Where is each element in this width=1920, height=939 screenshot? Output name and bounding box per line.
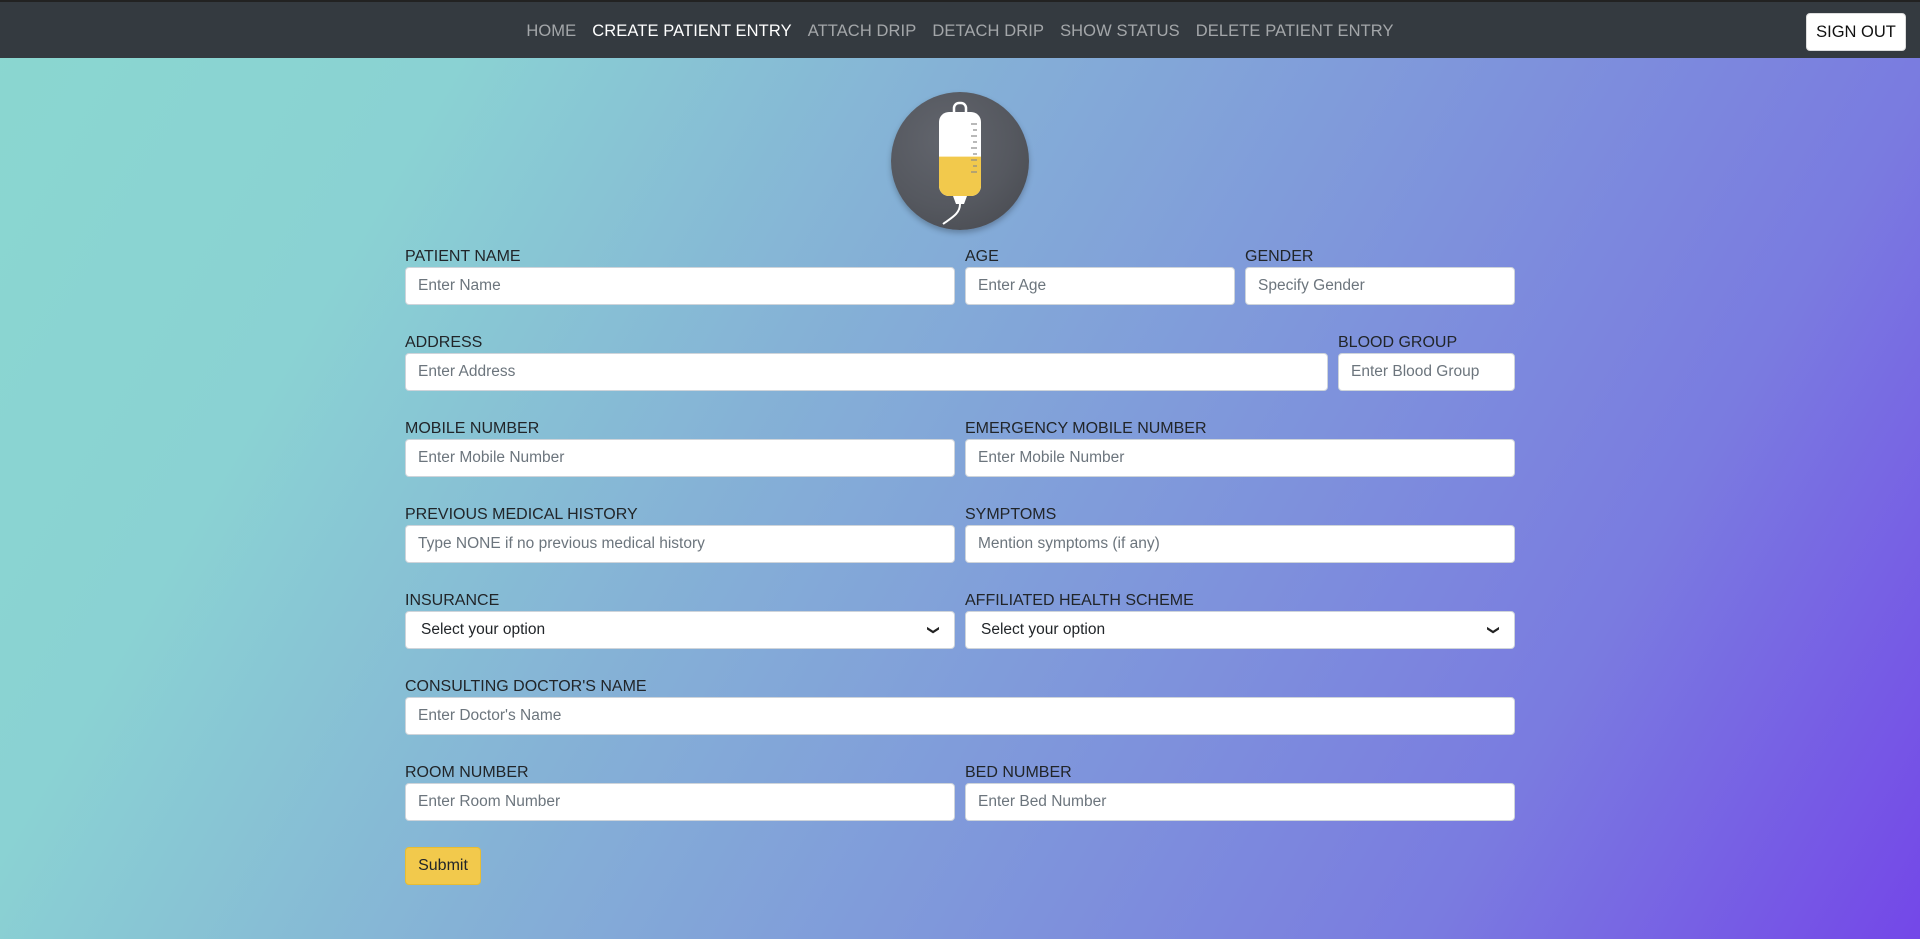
health-scheme-select[interactable]: Select your option ❯ xyxy=(965,611,1515,649)
nav-attach-drip[interactable]: ATTACH DRIP xyxy=(800,22,925,41)
patient-name-field: PATIENT NAME xyxy=(405,247,955,305)
emergency-mobile-label: EMERGENCY MOBILE NUMBER xyxy=(965,420,1207,437)
emergency-mobile-field: EMERGENCY MOBILE NUMBER xyxy=(965,419,1515,477)
chevron-down-icon: ❯ xyxy=(1486,624,1501,636)
bed-number-label: BED NUMBER xyxy=(965,764,1072,781)
bed-number-input[interactable] xyxy=(965,783,1515,821)
room-number-input[interactable] xyxy=(405,783,955,821)
medical-history-input[interactable] xyxy=(405,525,955,563)
doctor-name-field: CONSULTING DOCTOR'S NAME xyxy=(405,677,1515,735)
gender-field: GENDER xyxy=(1245,247,1515,305)
top-navbar: HOME CREATE PATIENT ENTRY ATTACH DRIP DE… xyxy=(0,0,1920,58)
nav-delete-patient-entry[interactable]: DELETE PATIENT ENTRY xyxy=(1188,22,1402,41)
submit-button[interactable]: Submit xyxy=(405,847,481,885)
mobile-number-label: MOBILE NUMBER xyxy=(405,420,540,437)
insurance-field: INSURANCE Select your option ❯ xyxy=(405,591,955,649)
bed-number-field: BED NUMBER xyxy=(965,763,1515,821)
insurance-label: INSURANCE xyxy=(405,592,500,609)
iv-drip-bag-icon xyxy=(891,92,1029,230)
room-number-field: ROOM NUMBER xyxy=(405,763,955,821)
mobile-number-field: MOBILE NUMBER xyxy=(405,419,955,477)
health-scheme-field: AFFILIATED HEALTH SCHEME Select your opt… xyxy=(965,591,1515,649)
address-label: ADDRESS xyxy=(405,334,483,351)
insurance-select[interactable]: Select your option ❯ xyxy=(405,611,955,649)
address-field: ADDRESS xyxy=(405,333,1328,391)
blood-group-field: BLOOD GROUP xyxy=(1338,333,1515,391)
gender-label: GENDER xyxy=(1245,248,1314,265)
blood-group-input[interactable] xyxy=(1338,353,1515,391)
nav-create-patient-entry[interactable]: CREATE PATIENT ENTRY xyxy=(584,22,799,41)
mobile-number-input[interactable] xyxy=(405,439,955,477)
patient-name-label: PATIENT NAME xyxy=(405,248,521,265)
health-scheme-label: AFFILIATED HEALTH SCHEME xyxy=(965,592,1194,609)
nav-show-status[interactable]: SHOW STATUS xyxy=(1052,22,1188,41)
insurance-selected-value: Select your option xyxy=(421,621,546,638)
nav-home[interactable]: HOME xyxy=(518,22,584,41)
gender-input[interactable] xyxy=(1245,267,1515,305)
symptoms-input[interactable] xyxy=(965,525,1515,563)
age-input[interactable] xyxy=(965,267,1235,305)
chevron-down-icon: ❯ xyxy=(926,624,941,636)
age-label: AGE xyxy=(965,248,999,265)
room-number-label: ROOM NUMBER xyxy=(405,764,529,781)
health-scheme-selected-value: Select your option xyxy=(981,621,1106,638)
age-field: AGE xyxy=(965,247,1235,305)
patient-name-input[interactable] xyxy=(405,267,955,305)
blood-group-label: BLOOD GROUP xyxy=(1338,334,1458,351)
nav-links: HOME CREATE PATIENT ENTRY ATTACH DRIP DE… xyxy=(0,2,1920,60)
doctor-name-input[interactable] xyxy=(405,697,1515,735)
medical-history-label: PREVIOUS MEDICAL HISTORY xyxy=(405,506,638,523)
address-input[interactable] xyxy=(405,353,1328,391)
symptoms-label: SYMPTOMS xyxy=(965,506,1057,523)
symptoms-field: SYMPTOMS xyxy=(965,505,1515,563)
emergency-mobile-input[interactable] xyxy=(965,439,1515,477)
iv-drip-bag-svg xyxy=(939,101,981,225)
sign-out-button[interactable]: SIGN OUT xyxy=(1806,13,1906,51)
medical-history-field: PREVIOUS MEDICAL HISTORY xyxy=(405,505,955,563)
doctor-name-label: CONSULTING DOCTOR'S NAME xyxy=(405,678,647,695)
nav-detach-drip[interactable]: DETACH DRIP xyxy=(924,22,1052,41)
